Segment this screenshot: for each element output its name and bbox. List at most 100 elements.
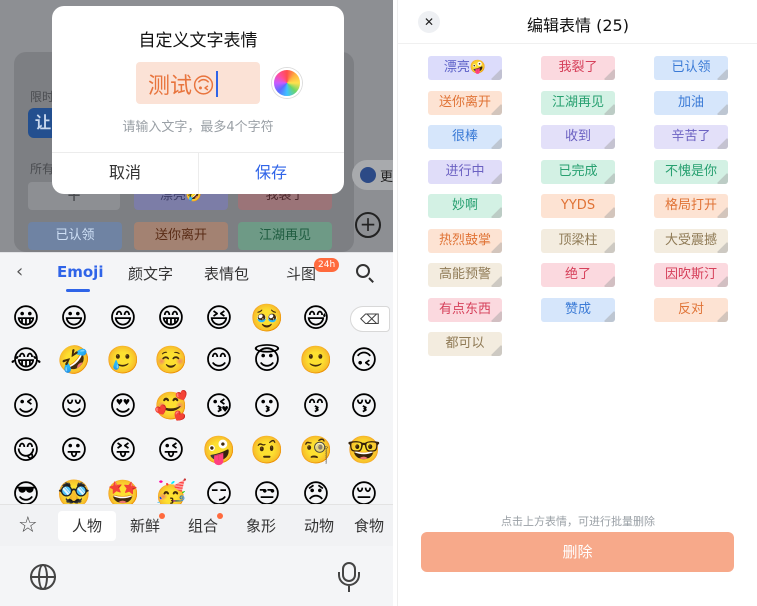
emoji-key[interactable]: 😝: [104, 432, 142, 470]
emoji-chip[interactable]: 辛苦了: [654, 125, 728, 149]
emoji-key[interactable]: 😉: [7, 388, 45, 426]
emoji-chip[interactable]: 因吹斯汀: [654, 263, 728, 287]
emoji-key[interactable]: 😒: [248, 476, 286, 504]
emoji-key[interactable]: 😚: [345, 388, 383, 426]
emoji-chip[interactable]: 格局打开: [654, 194, 728, 218]
emoji-key[interactable]: 😞: [297, 476, 335, 504]
category-symbols[interactable]: 象形: [238, 511, 284, 541]
emoji-key[interactable]: 😃: [55, 300, 93, 338]
emoji-chip[interactable]: 加油: [654, 91, 728, 115]
globe-icon[interactable]: [30, 564, 56, 590]
emoji-key[interactable]: 🧐: [297, 432, 335, 470]
emoji-chip[interactable]: 江湖再见: [541, 91, 615, 115]
header-divider: [398, 43, 757, 44]
background-chip: 江湖再见: [238, 222, 332, 250]
emoji-chip[interactable]: 顶梁柱: [541, 229, 615, 253]
emoji-key[interactable]: 😜: [152, 432, 190, 470]
emoji-key[interactable]: 🥹: [248, 300, 286, 338]
tab-kaomoji[interactable]: 颜文字: [128, 263, 173, 284]
edit-panel-title: 编辑表情 (25): [527, 16, 629, 35]
emoji-key[interactable]: 🤓: [345, 432, 383, 470]
emoji-key[interactable]: 😅: [297, 300, 335, 338]
emoji-chip[interactable]: 已认领: [654, 56, 728, 80]
emoji-chip[interactable]: 漂亮🤪: [428, 56, 502, 80]
emoji-key[interactable]: 😇: [248, 342, 286, 380]
emoji-key[interactable]: 🤨: [248, 432, 286, 470]
background-chip: 送你离开: [134, 222, 228, 250]
emoji-key[interactable]: 🤪: [200, 432, 238, 470]
emoji-text-input[interactable]: 测试🙃: [136, 62, 260, 104]
emoji-key[interactable]: 😄: [104, 300, 142, 338]
emoji-key[interactable]: 😎: [7, 476, 45, 504]
emoji-key[interactable]: 😆: [200, 300, 238, 338]
tab-doutu[interactable]: 斗图: [286, 263, 316, 284]
favorites-star-icon[interactable]: ☆: [18, 513, 38, 538]
active-tab-indicator: [66, 289, 90, 292]
emoji-key[interactable]: 🤩: [104, 476, 142, 504]
text-caret: [215, 71, 218, 97]
emoji-key[interactable]: 😌: [55, 388, 93, 426]
emoji-key[interactable]: 🥳: [152, 476, 190, 504]
back-chevron-icon[interactable]: ‹: [16, 261, 23, 282]
emoji-chip[interactable]: 送你离开: [428, 91, 502, 115]
category-people[interactable]: 人物: [58, 511, 116, 541]
emoji-chip[interactable]: 都可以: [428, 332, 502, 356]
emoji-chip[interactable]: 进行中: [428, 160, 502, 184]
emoji-key[interactable]: 😋: [7, 432, 45, 470]
cancel-button[interactable]: 取消: [52, 152, 198, 194]
emoji-key[interactable]: 🤣: [55, 342, 93, 380]
emoji-key[interactable]: 🥲: [104, 342, 142, 380]
emoji-key[interactable]: 😘: [200, 388, 238, 426]
emoji-chip[interactable]: 高能预警: [428, 263, 502, 287]
emoji-chip[interactable]: 很棒: [428, 125, 502, 149]
emoji-key[interactable]: ☺️: [152, 342, 190, 380]
background-more-button: 更: [352, 160, 393, 190]
color-picker-icon[interactable]: [272, 68, 302, 98]
emoji-chip[interactable]: 妙啊: [428, 194, 502, 218]
emoji-key[interactable]: 😀: [7, 300, 45, 338]
emoji-category-bar: ☆ 人物 新鲜 组合 象形 动物 食物: [0, 504, 393, 546]
tab-emoji[interactable]: Emoji: [57, 263, 103, 281]
emoji-chip[interactable]: 收到: [541, 125, 615, 149]
edit-emoji-panel: ✕ 编辑表情 (25) 漂亮🤪 我裂了 已认领 送你离开 江湖再见 加油 很棒 收到 辛苦了 进行…: [397, 0, 757, 606]
new-badge: 24h: [314, 258, 340, 272]
emoji-key[interactable]: 🙃: [345, 342, 383, 380]
microphone-icon-stem: [348, 586, 350, 592]
emoji-chip[interactable]: 绝了: [541, 263, 615, 287]
emoji-chip[interactable]: 已完成: [541, 160, 615, 184]
emoji-chip[interactable]: YYDS: [541, 194, 615, 218]
emoji-key[interactable]: 😗: [248, 388, 286, 426]
input-hint: 请输入文字，最多4个字符: [122, 120, 274, 135]
emoji-key[interactable]: 😍: [104, 388, 142, 426]
emoji-chip[interactable]: 大受震撼: [654, 229, 728, 253]
batch-delete-hint: 点击上方表情，可进行批量删除: [501, 515, 655, 528]
emoji-chip[interactable]: 不愧是你: [654, 160, 728, 184]
tab-sticker-pack[interactable]: 表情包: [204, 263, 249, 284]
emoji-key[interactable]: 🙂: [297, 342, 335, 380]
emoji-key[interactable]: 🥰: [152, 388, 190, 426]
emoji-chip[interactable]: 反对: [654, 298, 728, 322]
search-icon[interactable]: [356, 264, 370, 278]
emoji-chip[interactable]: 有点东西: [428, 298, 502, 322]
save-button[interactable]: 保存: [198, 152, 344, 194]
emoji-key[interactable]: 😂: [7, 342, 45, 380]
keyboard-tab-bar: ‹ Emoji 颜文字 表情包 斗图 24h: [0, 252, 393, 294]
emoji-key[interactable]: 😔: [345, 476, 383, 504]
emoji-key[interactable]: 😙: [297, 388, 335, 426]
category-food[interactable]: 食物: [354, 511, 393, 541]
emoji-key[interactable]: 😁: [152, 300, 190, 338]
category-animals[interactable]: 动物: [296, 511, 342, 541]
emoji-key[interactable]: 😏: [200, 476, 238, 504]
emoji-chip[interactable]: 赞成: [541, 298, 615, 322]
background-label-all: 所有: [30, 162, 55, 176]
background-plus-icon: +: [355, 212, 381, 238]
backspace-icon[interactable]: ⌫: [350, 306, 390, 332]
emoji-chip[interactable]: 我裂了: [541, 56, 615, 80]
emoji-key[interactable]: 😛: [55, 432, 93, 470]
background-more-text: 更: [380, 170, 393, 185]
emoji-key[interactable]: 🥸: [55, 476, 93, 504]
new-dot-badge: [217, 513, 223, 519]
delete-button[interactable]: 删除: [421, 532, 734, 572]
emoji-chip[interactable]: 热烈鼓掌: [428, 229, 502, 253]
emoji-key[interactable]: 😊: [200, 342, 238, 380]
